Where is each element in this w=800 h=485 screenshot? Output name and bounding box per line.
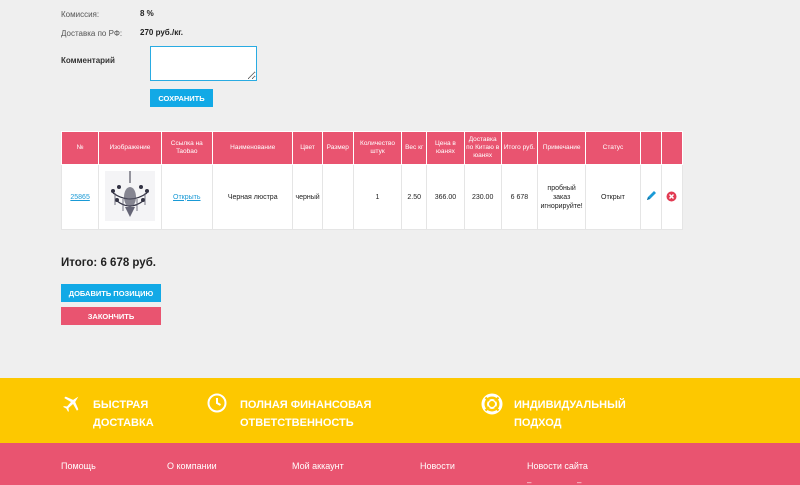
comment-textarea[interactable] — [150, 46, 257, 81]
feature-fast-delivery: БЫСТРАЯ ДОСТАВКА — [93, 396, 154, 432]
footer-bullet: – — [577, 478, 582, 485]
table-row: 25865 Открыть Черная люстра черный 1 2.5… — [60, 164, 684, 230]
comment-label: Комментарий — [61, 56, 115, 65]
footer-link-about[interactable]: О компании — [167, 461, 217, 471]
finish-button[interactable]: ЗАКОНЧИТЬ — [61, 307, 161, 325]
header-weight: Вес кг — [401, 131, 428, 165]
feature-line: ПОДХОД — [514, 417, 562, 429]
header-number: № — [60, 131, 100, 165]
cell-number: 25865 — [60, 164, 100, 230]
feature-line: ДОСТАВКА — [93, 417, 154, 429]
cell-delivery-cny: 230.00 — [463, 164, 502, 230]
cell-edit — [639, 164, 662, 230]
cell-color: черный — [292, 164, 323, 230]
cell-status: Открыт — [585, 164, 641, 230]
feature-line: ИНДИВИДУАЛЬНЫЙ — [514, 399, 626, 411]
feature-financial-responsibility: ПОЛНАЯ ФИНАНСОВАЯ ОТВЕТСТВЕННОСТЬ — [240, 396, 371, 432]
table-header-row: № Изображение Ссылка на Taobao Наименова… — [60, 131, 684, 165]
footer-link-site-news[interactable]: Новости сайта — [527, 461, 588, 471]
header-size: Размер — [321, 131, 354, 165]
cell-total-rub: 6 678 — [500, 164, 538, 230]
delivery-value: 270 руб./кг. — [140, 28, 183, 37]
cell-size — [321, 164, 354, 230]
header-price-cny: Цена в юанях — [426, 131, 465, 165]
open-taobao-link[interactable]: Открыть — [173, 194, 201, 201]
header-image: Изображение — [98, 131, 162, 165]
header-status: Статус — [585, 131, 641, 165]
footer-bullet: – — [527, 478, 532, 485]
clock-icon — [207, 393, 227, 418]
order-id-link[interactable]: 25865 — [70, 194, 89, 201]
save-button[interactable]: СОХРАНИТЬ — [150, 89, 213, 107]
commission-value: 8 % — [140, 9, 154, 18]
feature-line: ОТВЕТСТВЕННОСТЬ — [240, 417, 354, 429]
feature-individual-approach: ИНДИВИДУАЛЬНЫЙ ПОДХОД — [514, 396, 626, 432]
footer — [0, 443, 800, 485]
feature-line: БЫСТРАЯ — [93, 399, 149, 411]
cell-weight: 2.50 — [401, 164, 428, 230]
cell-note: пробный заказ игнорируйте! — [536, 164, 587, 230]
header-total-rub: Итого руб. — [500, 131, 538, 165]
footer-link-news[interactable]: Новости — [420, 461, 455, 471]
header-delivery-cny: Доставка по Китаю в юанях — [463, 131, 502, 165]
product-thumbnail[interactable] — [104, 171, 155, 221]
header-color: Цвет — [292, 131, 323, 165]
header-quantity: Количество штук — [352, 131, 403, 165]
header-name: Наименование — [211, 131, 294, 165]
footer-link-account[interactable]: Мой аккаунт — [292, 461, 344, 471]
order-total: Итого: 6 678 руб. — [61, 257, 156, 269]
header-edit — [639, 131, 662, 165]
header-taobao-link: Ссылка на Taobao — [160, 131, 213, 165]
pencil-icon[interactable] — [645, 191, 657, 204]
delete-icon[interactable] — [666, 191, 677, 204]
cell-delete — [660, 164, 684, 230]
header-delete — [660, 131, 684, 165]
cell-taobao-link: Открыть — [160, 164, 213, 230]
cell-price-cny: 366.00 — [426, 164, 465, 230]
footer-link-help[interactable]: Помощь — [61, 461, 96, 471]
orders-table: № Изображение Ссылка на Taobao Наименова… — [60, 131, 684, 230]
cell-image — [98, 164, 162, 230]
commission-label: Комиссия: — [61, 10, 100, 19]
airplane-icon — [62, 393, 82, 418]
add-position-button[interactable]: ДОБАВИТЬ ПОЗИЦИЮ — [61, 284, 161, 302]
delivery-label: Доставка по РФ: — [61, 29, 123, 38]
cell-quantity: 1 — [352, 164, 403, 230]
cell-name: Черная люстра — [211, 164, 294, 230]
header-note: Примечание — [536, 131, 587, 165]
feature-line: ПОЛНАЯ ФИНАНСОВАЯ — [240, 399, 372, 411]
lifebuoy-icon — [481, 393, 503, 420]
